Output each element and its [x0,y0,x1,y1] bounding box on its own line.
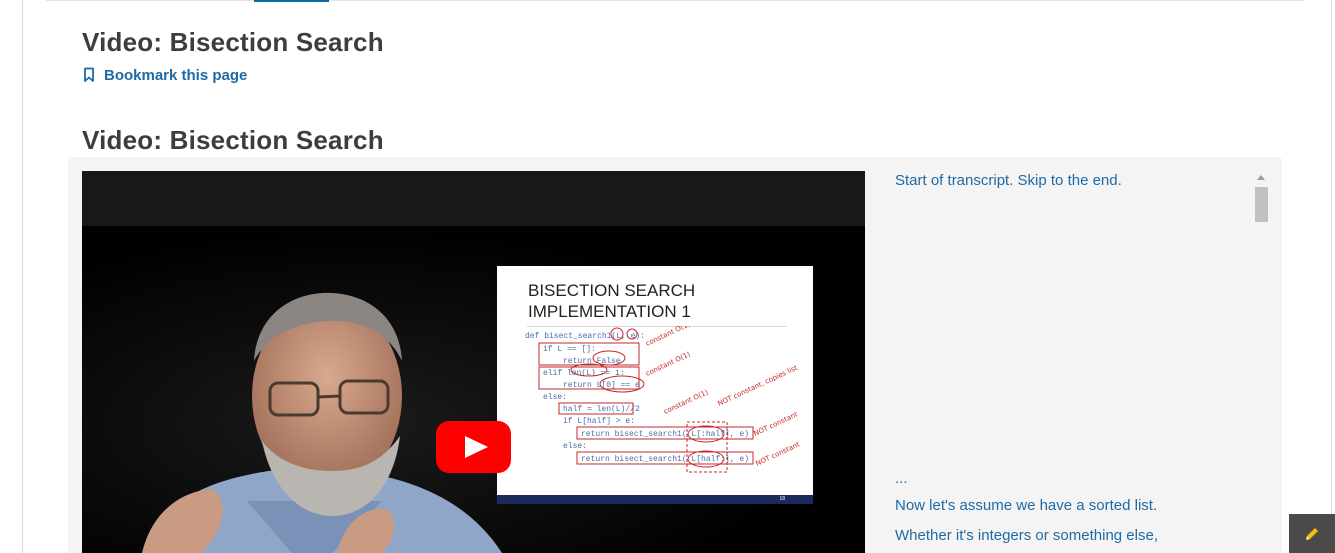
code-line: if L == []: [543,345,596,354]
transcript-line[interactable]: Whether it's integers or something else, [895,525,1158,547]
slide-title: BISECTION SEARCH IMPLEMENTATION 1 [528,281,696,321]
transcript-skip-link[interactable]: Start of transcript. Skip to the end. [895,170,1122,192]
video-title: Video: Bisection Search [82,125,384,155]
slide-annotation: NOT constant [752,410,799,438]
slide-annotation: NOT constant [754,440,801,468]
code-line: if L[half] > e: [563,417,635,426]
transcript-line[interactable]: Now let's assume we have a sorted list. [895,495,1157,517]
code-line: half = len(L)//2 [563,405,640,414]
slide-annotation: NOT constant, copies list [716,364,799,408]
page-title: Video: Bisection Search [82,27,384,57]
slide-annotation: constant O(1) [662,388,709,416]
tab-divider [46,0,1304,1]
youtube-play-icon [436,421,511,473]
transcript-scrollbar[interactable] [1254,172,1268,553]
bookmark-label: Bookmark this page [104,66,248,84]
bookmark-icon [84,67,94,82]
edit-button[interactable] [1289,514,1335,553]
transcript-ellipsis[interactable]: ... [895,468,908,490]
active-tab-indicator [254,0,329,2]
slide-code-diagram: def bisect_search1(L, e): if L == []: re… [525,326,801,473]
slide-annotation: constant O(1) [644,326,691,348]
video-player[interactable]: BISECTION SEARCH IMPLEMENTATION 1 def bi… [82,171,865,553]
lecture-slide: BISECTION SEARCH IMPLEMENTATION 1 def bi… [497,266,813,504]
bookmark-button[interactable]: Bookmark this page [82,64,247,86]
code-line: else: [563,442,587,451]
pencil-icon [1306,527,1318,540]
scroll-up-arrow-icon[interactable] [1257,175,1265,180]
scroll-thumb[interactable] [1255,187,1268,222]
slide-annotation: constant O(1) [644,350,691,378]
slide-footer: 18 [497,495,813,504]
code-line: else: [543,393,567,402]
play-button[interactable] [436,421,511,473]
